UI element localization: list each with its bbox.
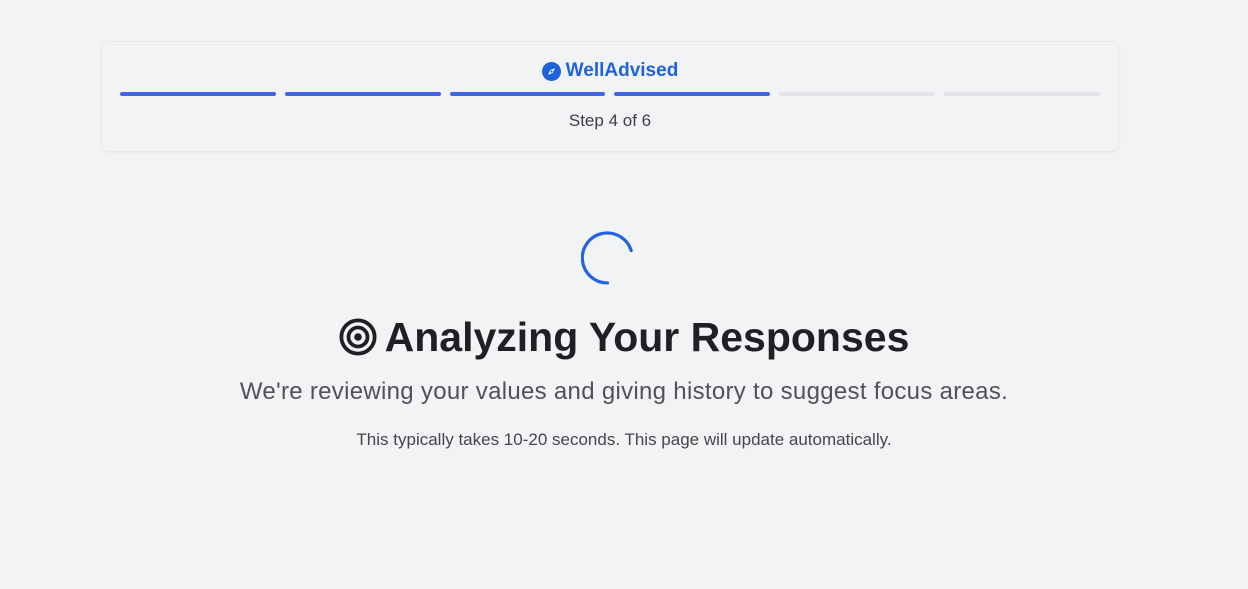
- page-title-text: Analyzing Your Responses: [384, 313, 910, 360]
- progress-segment-6: [944, 92, 1100, 96]
- bullseye-target-icon: [339, 318, 377, 356]
- loading-subtitle: We're reviewing your values and giving h…: [239, 378, 1009, 405]
- step-indicator: Step 4 of 6: [568, 111, 652, 130]
- progress-segment-2: [284, 92, 441, 96]
- loading-spinner-icon: [581, 231, 633, 285]
- progress-header: WellAdvised Step 4 of 6: [101, 41, 1119, 152]
- brand-name: WellAdvised: [565, 60, 679, 81]
- loading-note: This typically takes 10-20 seconds. This…: [356, 430, 892, 449]
- compass-icon: [541, 61, 561, 81]
- step-progress-bar: [120, 92, 1100, 97]
- progress-segment-1: [120, 92, 276, 96]
- page-container: WellAdvised Step 4 of 6 Analyzing Your R…: [24, 24, 1224, 564]
- page-title: Analyzing Your Responses: [24, 312, 1224, 362]
- progress-segment-4: [614, 92, 771, 96]
- brand-logo: WellAdvised: [102, 58, 1118, 84]
- progress-segment-5: [779, 92, 936, 96]
- progress-segment-3: [449, 92, 606, 96]
